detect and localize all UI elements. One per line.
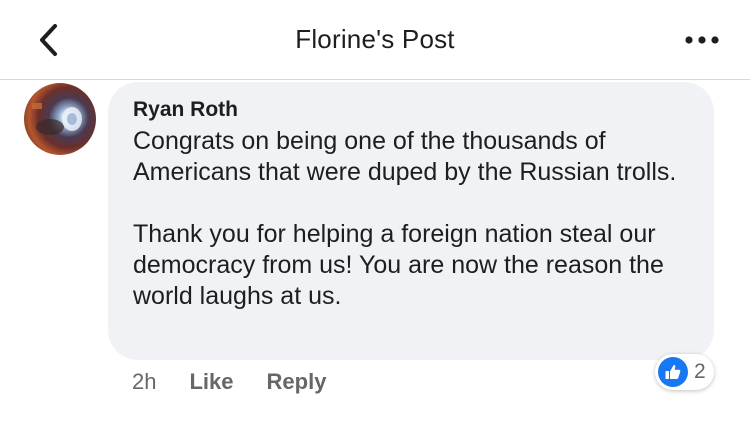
comment-paragraph: Congrats on being one of the thousands o… [133,127,677,186]
comment-timestamp[interactable]: 2h [132,369,156,395]
reaction-count: 2 [694,360,706,383]
more-horizontal-icon [685,36,719,44]
like-button[interactable]: Like [189,369,233,395]
thumbs-up-icon [658,357,688,387]
reply-button[interactable]: Reply [267,369,327,395]
reaction-summary[interactable]: 2 [655,354,714,390]
comment-author[interactable]: Ryan Roth [133,98,690,122]
comment-text: Congrats on being one of the thousands o… [133,126,690,312]
page-title: Florine's Post [295,24,455,54]
comment-actions: 2h Like Reply [132,369,359,395]
avatar[interactable] [24,83,96,155]
more-options-button[interactable] [680,24,724,56]
comment-bubble: Ryan Roth Congrats on being one of the t… [108,82,714,360]
avatar-photo-icon [32,103,82,135]
comment-paragraph: Thank you for helping a foreign nation s… [133,220,664,310]
top-bar: Florine's Post [0,0,750,80]
